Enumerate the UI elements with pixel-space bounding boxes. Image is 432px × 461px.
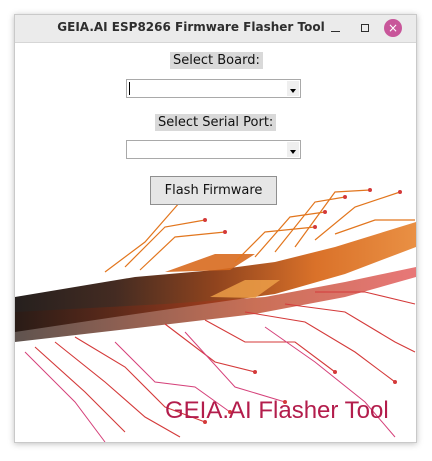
serial-port-label: Select Serial Port:: [155, 114, 277, 131]
serial-port-select[interactable]: [126, 140, 301, 159]
board-label: Select Board:: [170, 52, 263, 69]
chevron-down-icon[interactable]: [287, 142, 299, 157]
chevron-down-icon[interactable]: [287, 81, 299, 96]
flasher-window: GEIA.AI ESP8266 Firmware Flasher Tool ×: [14, 14, 417, 443]
window-title: GEIA.AI ESP8266 Firmware Flasher Tool: [57, 20, 325, 34]
close-icon[interactable]: ×: [384, 19, 402, 37]
text-cursor: [129, 82, 130, 95]
title-bar[interactable]: GEIA.AI ESP8266 Firmware Flasher Tool ×: [15, 15, 416, 43]
board-select[interactable]: [126, 79, 301, 98]
minimize-icon[interactable]: [327, 19, 345, 37]
maximize-icon[interactable]: [356, 19, 374, 37]
flash-firmware-button[interactable]: Flash Firmware: [150, 176, 277, 205]
brand-text: GEIA.AI Flasher Tool: [165, 397, 389, 424]
circuit-background: [15, 188, 416, 442]
